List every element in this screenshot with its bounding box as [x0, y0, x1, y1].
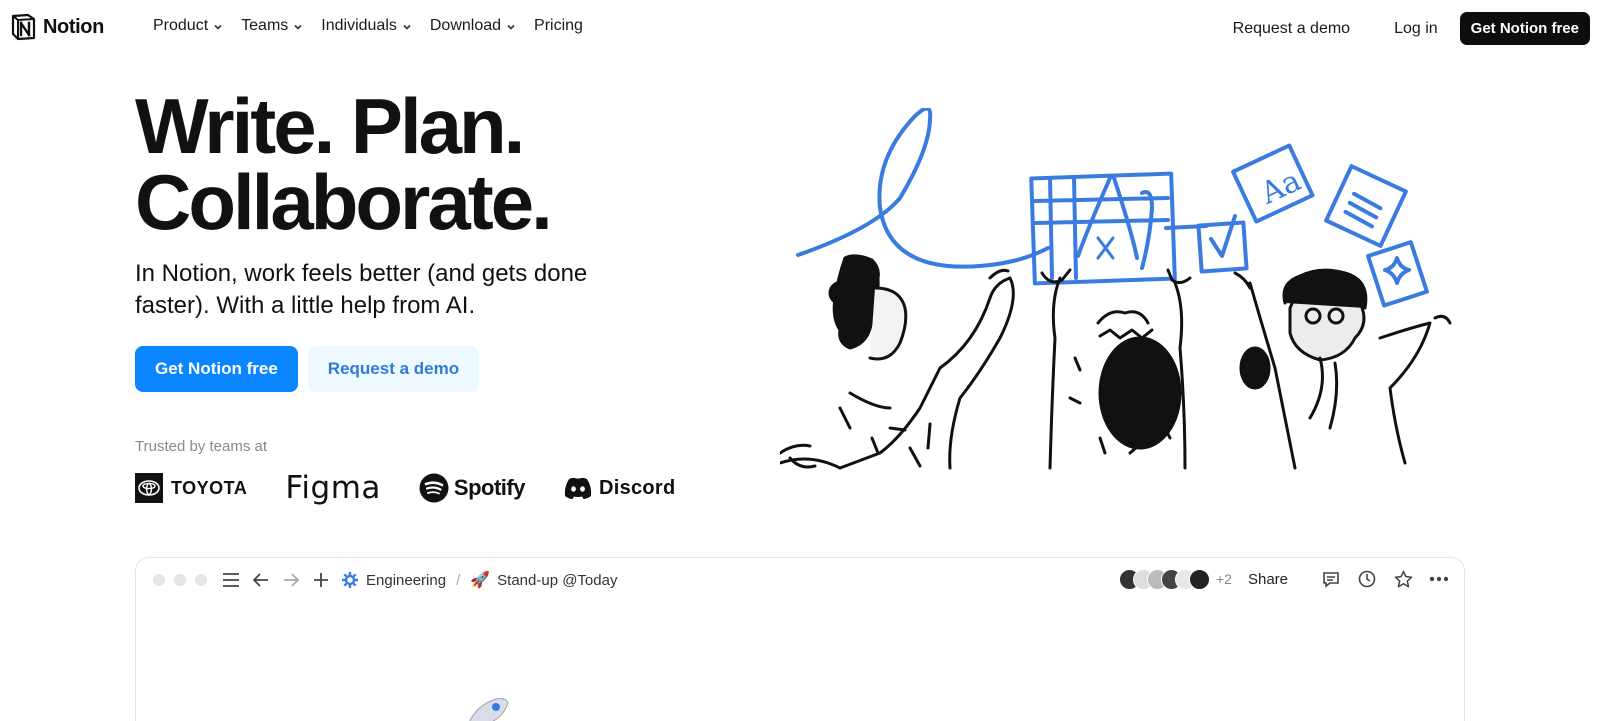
get-notion-free-button[interactable]: Get Notion free	[135, 346, 298, 392]
hero-title: Write. Plan. Collaborate.	[135, 82, 553, 246]
window-maximize-dot[interactable]	[195, 574, 207, 586]
menu-icon[interactable]	[221, 570, 241, 590]
request-demo-link[interactable]: Request a demo	[1233, 20, 1350, 38]
plus-icon[interactable]	[311, 570, 331, 590]
more-icon[interactable]	[1428, 568, 1450, 590]
toolbar-actions: +2 Share	[1119, 568, 1450, 590]
chevron-down-icon	[507, 24, 515, 30]
spotify-logo: Spotify	[419, 473, 525, 503]
member-avatars[interactable]	[1119, 568, 1210, 590]
nav-item-label: Teams	[241, 17, 289, 34]
breadcrumb: Engineering / 🚀 Stand-up @Today	[341, 570, 617, 590]
avatar	[1189, 568, 1210, 590]
chevron-down-icon	[403, 24, 411, 30]
discord-icon	[564, 477, 592, 499]
nav-item-label: Individuals	[321, 17, 397, 34]
login-link[interactable]: Log in	[1394, 20, 1438, 38]
top-navigation: Notion Product Teams Individuals Downloa…	[0, 0, 1600, 54]
spotify-wordmark: Spotify	[453, 475, 526, 500]
toyota-logo: TOYOTA	[135, 473, 247, 503]
breadcrumb-separator: /	[456, 571, 461, 589]
breadcrumb-workspace[interactable]: Engineering	[366, 572, 446, 589]
hero-title-line1: Write. Plan.	[135, 82, 525, 170]
nav-item-label: Pricing	[534, 17, 583, 34]
window-controls	[153, 574, 207, 586]
customer-logos: TOYOTA Figma Spotify Discord	[135, 470, 714, 506]
share-button[interactable]: Share	[1248, 571, 1288, 588]
nav-item-pricing[interactable]: Pricing	[534, 17, 583, 35]
hero-buttons: Get Notion free Request a demo	[135, 346, 480, 392]
comment-icon[interactable]	[1320, 568, 1342, 590]
notion-logo[interactable]: Notion	[10, 13, 104, 41]
request-demo-button[interactable]: Request a demo	[307, 346, 480, 392]
nav-actions: Request a demo Log in Get Notion free	[1233, 12, 1590, 45]
gear-icon	[342, 572, 358, 588]
window-minimize-dot[interactable]	[174, 574, 186, 586]
spotify-icon	[419, 473, 449, 503]
nav-item-individuals[interactable]: Individuals	[321, 17, 412, 35]
chevron-down-icon	[214, 24, 222, 30]
app-preview-window: Engineering / 🚀 Stand-up @Today +2 Share	[135, 557, 1465, 721]
extra-members-count[interactable]: +2	[1216, 571, 1232, 587]
back-arrow-icon[interactable]	[251, 570, 271, 590]
hero-subtitle: In Notion, work feels better (and gets d…	[135, 260, 588, 319]
toyota-emblem-icon	[135, 473, 163, 503]
trusted-label: Trusted by teams at	[135, 438, 267, 455]
hero-illustration: Aa	[780, 108, 1452, 470]
rocket-icon: 🚀	[470, 572, 491, 589]
logo-text: Notion	[43, 15, 104, 38]
chevron-down-icon	[294, 24, 302, 30]
hero-title-line2: Collaborate.	[135, 158, 553, 246]
figma-wordmark: Figma	[285, 470, 381, 506]
star-icon[interactable]	[1392, 568, 1414, 590]
forward-arrow-icon[interactable]	[281, 570, 301, 590]
nav-item-label: Download	[429, 17, 502, 34]
window-close-dot[interactable]	[153, 574, 165, 586]
figma-logo: Figma	[285, 470, 381, 506]
nav-item-product[interactable]: Product	[153, 17, 223, 35]
nav-item-download[interactable]: Download	[430, 17, 516, 35]
discord-wordmark: Discord	[598, 476, 676, 499]
nav-item-teams[interactable]: Teams	[241, 17, 303, 35]
toyota-wordmark: TOYOTA	[171, 477, 248, 498]
breadcrumb-page[interactable]: Stand-up @Today	[497, 572, 617, 589]
rocket-image	[469, 698, 509, 721]
notion-logo-icon	[11, 13, 36, 41]
app-toolbar: Engineering / 🚀 Stand-up @Today +2 Share	[136, 558, 1464, 602]
nav-item-label: Product	[153, 17, 209, 34]
nav-menu: Product Teams Individuals Download Prici…	[153, 17, 601, 35]
svg-text:Aa: Aa	[1255, 163, 1307, 212]
get-notion-free-nav-button[interactable]: Get Notion free	[1459, 12, 1590, 45]
discord-logo: Discord	[563, 476, 676, 500]
clock-icon[interactable]	[1356, 568, 1378, 590]
